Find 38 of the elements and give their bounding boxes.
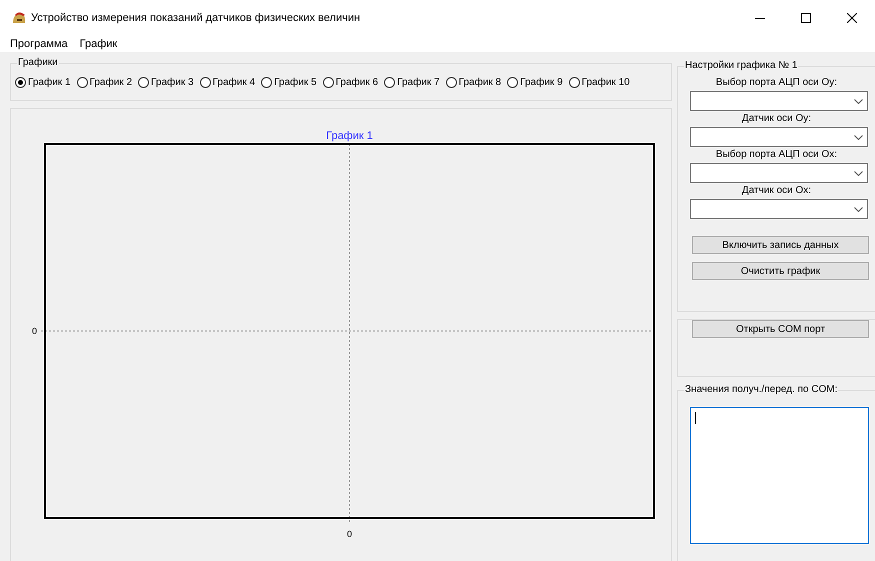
- chevron-icon: [854, 206, 863, 212]
- graph-radio[interactable]: График 6: [322, 76, 378, 88]
- field-label: Датчик оси Oy:: [742, 113, 812, 126]
- graph-radio[interactable]: График 5: [261, 76, 317, 88]
- action-button[interactable]: Включить запись данных: [692, 236, 869, 254]
- dropdown-field[interactable]: [690, 199, 868, 219]
- menu-item[interactable]: График: [74, 38, 124, 50]
- group-title: Настройки графика № 1: [684, 60, 798, 71]
- maximize-icon: [801, 13, 811, 23]
- group-title: Графики: [17, 57, 59, 68]
- field-label: Датчик оси Ox:: [742, 185, 812, 198]
- axis-label: 0: [32, 326, 37, 336]
- menu-item[interactable]: Программа: [4, 38, 74, 50]
- graph-radio[interactable]: График 8: [446, 76, 502, 88]
- graph-radio[interactable]: График 9: [507, 76, 563, 88]
- field-label: Выбор порта АЦП оси Oy:: [716, 77, 838, 90]
- group-title: Значения получ./перед. по COM:: [684, 384, 838, 395]
- graph-radio[interactable]: График 10: [568, 76, 630, 88]
- chevron-icon: [854, 98, 863, 104]
- chart-title: График 1: [326, 130, 373, 142]
- graph-radio[interactable]: График 2: [76, 76, 132, 88]
- dropdown-field[interactable]: [690, 163, 868, 183]
- graph-radio[interactable]: График 3: [138, 76, 194, 88]
- log-textarea[interactable]: [690, 407, 869, 544]
- window-title: Устройство измерения показаний датчиков физических величин: [31, 12, 360, 24]
- dropdown-field[interactable]: [690, 91, 868, 111]
- chevron-icon: [854, 170, 863, 176]
- graph-radio[interactable]: График 4: [200, 76, 256, 88]
- axis-label: 0: [347, 529, 352, 539]
- helmet-icon: [11, 10, 27, 26]
- chevron-icon: [854, 134, 863, 140]
- open-port-button[interactable]: Открыть COM порт: [692, 320, 869, 338]
- dropdown-field[interactable]: [690, 127, 868, 147]
- close-icon: [847, 13, 857, 23]
- graph-radio[interactable]: График 1: [15, 76, 71, 88]
- graph-radio[interactable]: График 7: [384, 76, 440, 88]
- action-button[interactable]: Очистить график: [692, 262, 869, 280]
- field-label: Выбор порта АЦП оси Ox:: [716, 149, 838, 162]
